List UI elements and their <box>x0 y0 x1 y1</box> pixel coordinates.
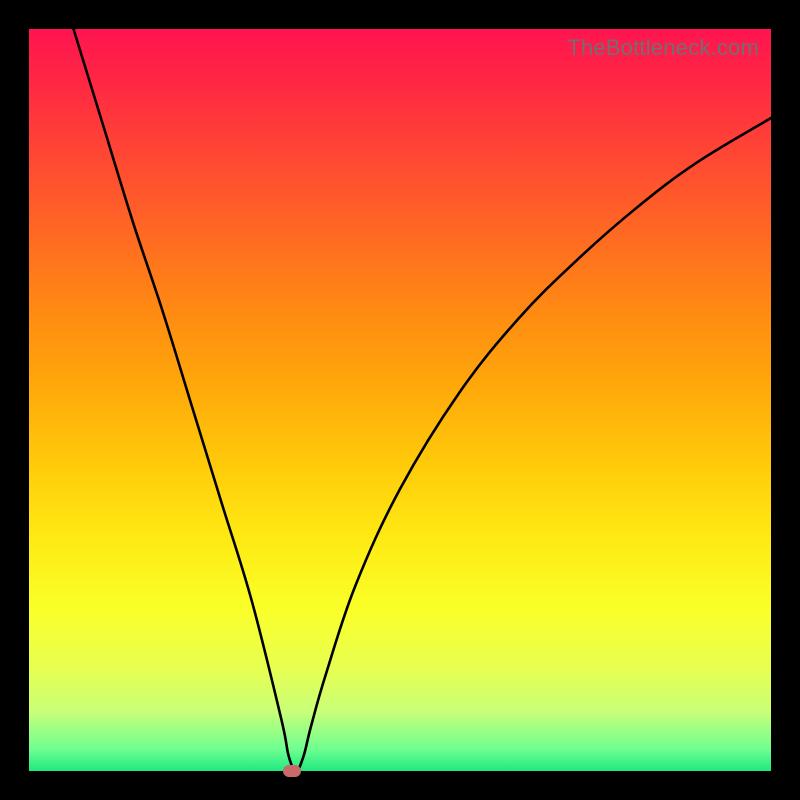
optimal-point-marker <box>283 765 301 777</box>
chart-frame: TheBottleneck.com <box>0 0 800 800</box>
plot-area: TheBottleneck.com <box>29 29 771 771</box>
bottleneck-curve <box>29 29 771 771</box>
